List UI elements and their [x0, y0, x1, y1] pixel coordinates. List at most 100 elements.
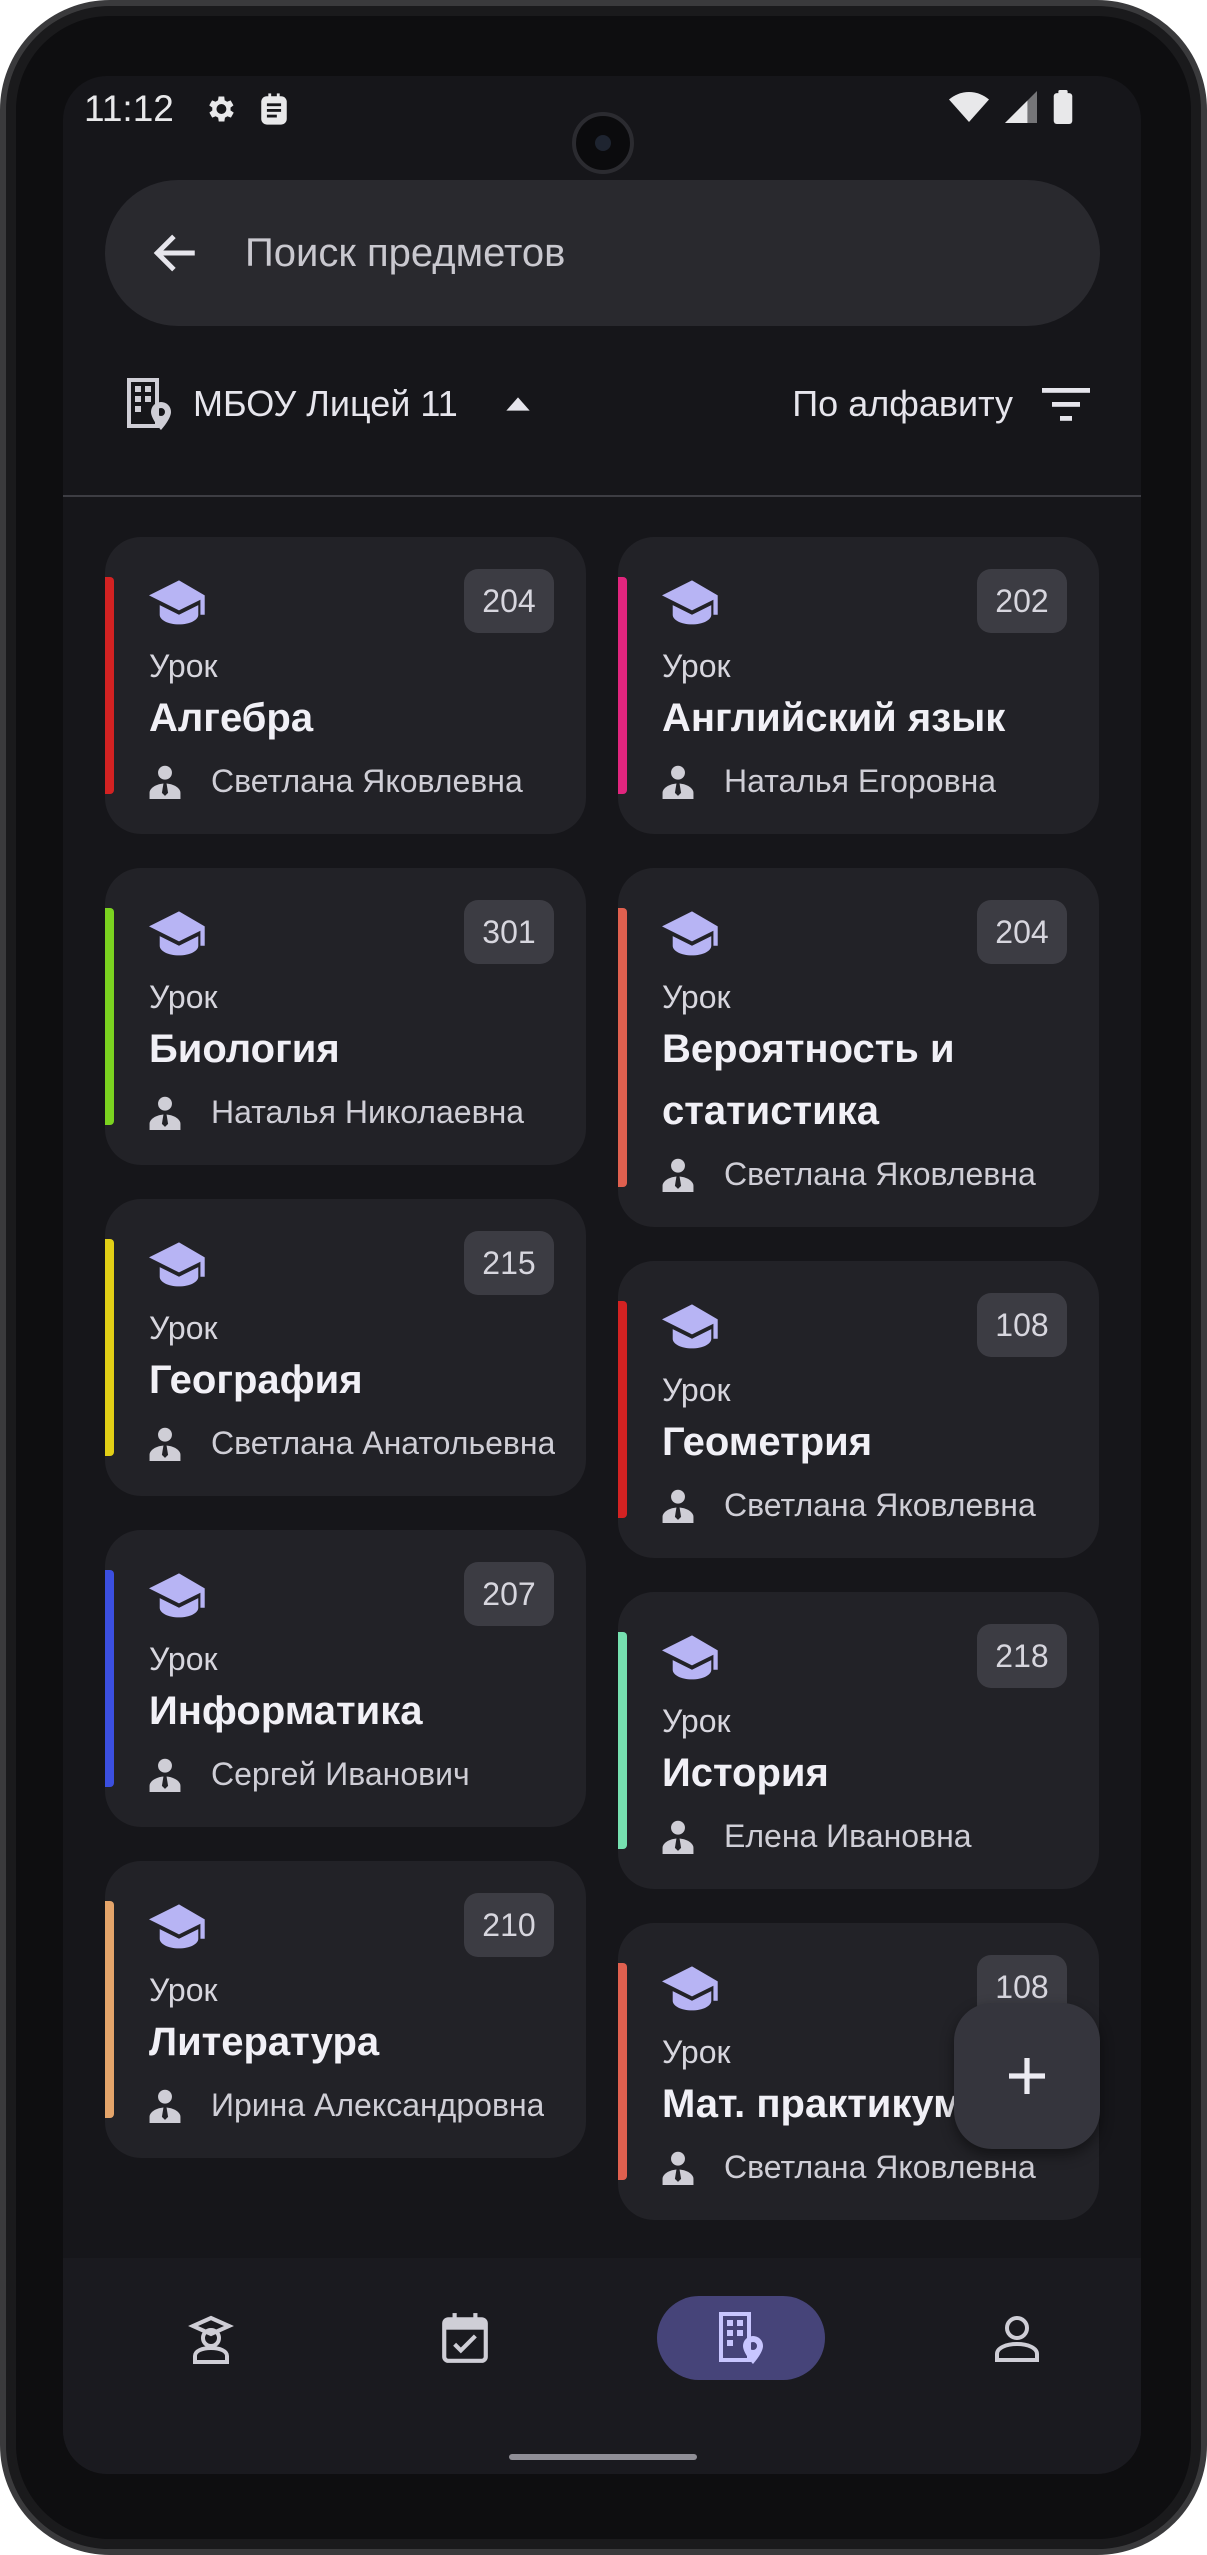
back-arrow-icon[interactable]	[151, 228, 201, 278]
teacher-name: Светлана Анатольевна	[211, 1425, 556, 1461]
status-icons-right	[949, 90, 1073, 124]
graduation-cap-icon	[662, 1635, 718, 1680]
graduation-cap-icon	[149, 1242, 205, 1287]
search-input[interactable]	[245, 220, 1045, 286]
subject-card[interactable]: 218 Урок История Елена Ивановна	[618, 1592, 1099, 1889]
lesson-type: Урок	[149, 648, 218, 684]
signal-icon	[1005, 91, 1037, 123]
room-badge: 207	[464, 1562, 554, 1626]
teacher-name: Наталья Егоровна	[724, 763, 997, 799]
room-badge: 218	[977, 1624, 1067, 1688]
graduation-cap-icon	[149, 911, 205, 956]
teacher-person-icon	[149, 1427, 181, 1461]
lesson-type: Урок	[149, 979, 218, 1015]
room-badge: 202	[977, 569, 1067, 633]
teacher-row: Сергей Иванович	[149, 1756, 556, 1793]
graduation-cap-icon	[662, 911, 718, 956]
card-accent-bar	[105, 577, 114, 794]
subject-title: Литература	[149, 2020, 380, 2064]
room-badge: 108	[977, 1293, 1067, 1357]
room-badge: 215	[464, 1231, 554, 1295]
teacher-name: Светлана Яковлевна	[724, 2149, 1036, 2185]
teacher-row: Светлана Яковлевна	[149, 763, 556, 800]
add-subject-button[interactable]	[954, 2003, 1100, 2149]
room-badge: 204	[464, 569, 554, 633]
teacher-name: Светлана Яковлевна	[211, 763, 523, 799]
lesson-type: Урок	[149, 1972, 218, 2008]
room-badge: 301	[464, 900, 554, 964]
building-location-icon	[127, 378, 171, 430]
subject-title: Геометрия	[662, 1420, 873, 1464]
lesson-type: Урок	[149, 1641, 218, 1677]
graduation-cap-icon	[662, 580, 718, 625]
lesson-type: Урок	[662, 1372, 731, 1408]
calendar-check-icon	[442, 2313, 488, 2363]
subject-card[interactable]: 204 Урок Вероятность и статистика Светла…	[618, 868, 1099, 1227]
teacher-row: Светлана Яковлевна	[662, 2149, 1069, 2186]
subject-title: Информатика	[149, 1689, 423, 1733]
card-accent-bar	[618, 1301, 627, 1518]
teacher-person-icon	[149, 1096, 181, 1130]
sort-icon	[1042, 388, 1090, 421]
search-bar[interactable]	[105, 180, 1100, 326]
teacher-person-icon	[662, 1158, 694, 1192]
sort-selector[interactable]: По алфавиту	[792, 376, 1091, 432]
teacher-person-icon	[149, 1758, 181, 1792]
graduation-cap-icon	[662, 1304, 718, 1349]
teacher-person-icon	[662, 1489, 694, 1523]
wifi-icon	[949, 92, 989, 122]
nav-lessons[interactable]	[127, 2296, 295, 2380]
teacher-row: Ирина Александровна	[149, 2087, 556, 2124]
left-column: 204 Урок Алгебра Светлана Яковлевна 301 …	[105, 537, 586, 2192]
subject-title: Английский язык	[662, 696, 1006, 740]
status-icons-left	[203, 92, 289, 126]
nav-schools[interactable]	[657, 2296, 825, 2380]
teacher-row: Светлана Яковлевна	[662, 1156, 1069, 1193]
subject-card[interactable]: 204 Урок Алгебра Светлана Яковлевна	[105, 537, 586, 834]
school-label: МБОУ Лицей 11	[193, 383, 458, 424]
teacher-person-icon	[662, 1820, 694, 1854]
home-indicator	[509, 2454, 697, 2460]
battery-icon	[1053, 90, 1073, 124]
nav-profile[interactable]	[933, 2296, 1101, 2380]
building-location-icon	[719, 2312, 763, 2364]
graduation-cap-icon	[149, 1904, 205, 1949]
person-icon	[995, 2316, 1039, 2362]
teacher-name: Елена Ивановна	[724, 1818, 972, 1854]
subject-card[interactable]: 202 Урок Английский язык Наталья Егоровн…	[618, 537, 1099, 834]
teacher-person-icon	[149, 765, 181, 799]
teacher-name: Сергей Иванович	[211, 1756, 470, 1792]
sort-label: По алфавиту	[792, 383, 1013, 424]
bottom-navigation	[63, 2258, 1141, 2474]
card-accent-bar	[105, 908, 114, 1125]
teacher-person-icon	[662, 765, 694, 799]
teacher-row: Светлана Анатольевна	[149, 1425, 556, 1462]
subject-card[interactable]: 210 Урок Литература Ирина Александровна	[105, 1861, 586, 2158]
graduation-cap-icon	[149, 1573, 205, 1618]
plus-icon	[1009, 2058, 1045, 2094]
subject-card[interactable]: 301 Урок Биология Наталья Николаевна	[105, 868, 586, 1165]
subject-card[interactable]: 215 Урок География Светлана Анатольевна	[105, 1199, 586, 1496]
subject-title: Алгебра	[149, 696, 314, 740]
teacher-row: Светлана Яковлевна	[662, 1487, 1069, 1524]
screen: 11:12 МБОУ	[63, 76, 1141, 2474]
subjects-grid: 204 Урок Алгебра Светлана Яковлевна 301 …	[63, 497, 1141, 2257]
card-accent-bar	[618, 1632, 627, 1849]
card-accent-bar	[618, 577, 627, 794]
teacher-person-icon	[149, 2089, 181, 2123]
school-selector[interactable]: МБОУ Лицей 11	[125, 376, 538, 432]
teacher-name: Светлана Яковлевна	[724, 1487, 1036, 1523]
lesson-type: Урок	[149, 1310, 218, 1346]
subject-card[interactable]: 207 Урок Информатика Сергей Иванович	[105, 1530, 586, 1827]
lesson-type: Урок	[662, 1703, 731, 1739]
nav-schedule[interactable]	[381, 2296, 549, 2380]
settings-icon	[209, 96, 234, 122]
card-accent-bar	[105, 1239, 114, 1456]
subject-title: Биология	[149, 1027, 340, 1071]
clipboard-icon	[261, 93, 287, 125]
teacher-person-icon	[662, 2151, 694, 2185]
subject-card[interactable]: 108 Урок Геометрия Светлана Яковлевна	[618, 1261, 1099, 1558]
caret-up-icon	[506, 397, 530, 411]
device-frame: 11:12 МБОУ	[0, 0, 1207, 2555]
subject-title: География	[149, 1358, 363, 1402]
